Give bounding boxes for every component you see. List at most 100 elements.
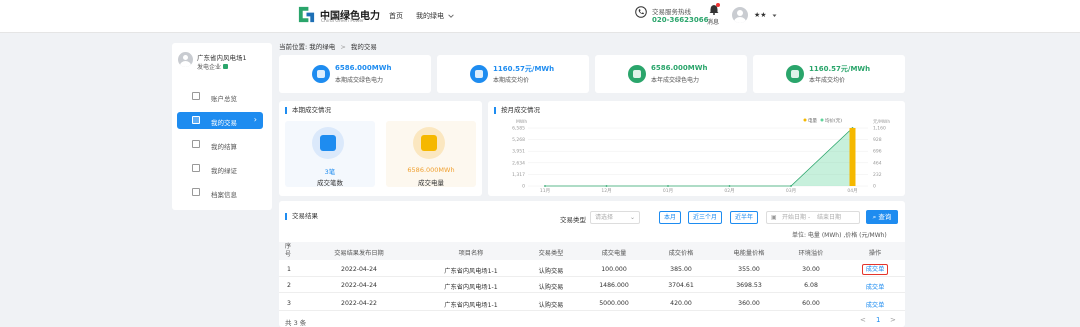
unit-note: 单位: 电量 (MWh) ,价格 (元/MWh) — [792, 232, 887, 239]
money-bag-icon — [786, 65, 804, 83]
cell-premium: 30.00 — [802, 266, 820, 273]
cell-price: 385.00 — [670, 266, 692, 273]
energy-icon — [628, 65, 646, 83]
date-start-input[interactable]: 开始日期 — [782, 212, 806, 223]
sidebar-item-archive-info[interactable]: 档案信息 — [177, 184, 263, 201]
sidebar-item-account-overview[interactable]: 账户总览 — [177, 88, 263, 105]
query-button[interactable]: ⌕ 查询 — [866, 210, 898, 224]
stat-card-period-price: 1160.57元/MWh 本期成交均价 — [437, 55, 589, 93]
hotline-number: 020-36623066 — [652, 16, 709, 24]
table-row: 2 2022-04-24 广东省内风电场1-1 认购交易 1486.000 37… — [279, 278, 905, 293]
table-row: 3 2022-04-22 广东省内风电场1-1 认购交易 5000.000 42… — [279, 296, 905, 311]
cell-type: 认购交易 — [538, 302, 564, 309]
nav-home[interactable]: 首页 — [389, 11, 403, 21]
date-end-input[interactable]: 结束日期 — [817, 212, 841, 223]
cell-no: 1 — [287, 266, 291, 273]
price-bar — [849, 127, 856, 186]
cell-project: 广东省内风电场1-1 — [444, 268, 498, 275]
breadcrumb-my-green[interactable]: 我的绿电 — [309, 43, 335, 51]
cell-energy: 100.000 — [601, 266, 627, 273]
calendar-icon: ▣ — [771, 214, 777, 221]
deal-sheet-link[interactable]: 成交单 — [845, 264, 905, 275]
trade-type-select[interactable]: 请选择 ⌄ — [590, 211, 640, 224]
user-avatar[interactable] — [732, 7, 748, 23]
last-half-year-button[interactable]: 近半年 — [730, 211, 758, 224]
cell-no: 2 — [287, 282, 291, 289]
money-bag-icon — [470, 65, 488, 83]
trade-energy-value: 6586.000MWh — [407, 166, 455, 174]
this-month-button[interactable]: 本月 — [659, 211, 681, 224]
column-header: 环境溢价 — [798, 250, 824, 257]
cell-no: 3 — [287, 300, 291, 307]
column-header: 成交价格 — [668, 250, 694, 257]
search-icon: ⌕ — [872, 213, 877, 221]
stat-label: 本年成交均价 — [809, 77, 846, 84]
cell-energy-price: 3698.53 — [736, 282, 762, 289]
stat-card-year-price: 1160.57元/MWh 本年成交均价 — [753, 55, 905, 93]
account-overview-icon — [192, 92, 200, 100]
sidebar-item-green-certificate[interactable]: 我的绿证 — [177, 160, 263, 177]
chevron-right-icon: › — [253, 115, 257, 124]
energy-area — [545, 127, 853, 186]
logo-subtitle: China Green Power — [321, 19, 364, 24]
breadcrumb-separator: > — [340, 43, 346, 51]
pagination-next[interactable]: > — [890, 316, 896, 324]
column-header: 操作 — [868, 250, 882, 257]
stat-value: 6586.000MWh — [335, 64, 392, 72]
pagination-prev[interactable]: < — [860, 316, 866, 324]
cell-project: 广东省内风电场1-1 — [444, 284, 498, 291]
table-row: 1 2022-04-24 广东省内风电场1-1 认购交易 100.000 385… — [279, 262, 905, 277]
cell-price: 420.00 — [670, 300, 692, 307]
archive-info-icon — [192, 188, 200, 196]
my-settlement-icon — [192, 140, 200, 148]
legend-label: 均价(元) — [825, 117, 842, 124]
pagination-page-1[interactable]: 1 — [876, 316, 880, 324]
checklist-icon — [312, 127, 344, 159]
trade-energy-box: 6586.000MWh 成交电量 — [386, 121, 476, 187]
stat-label: 本期成交绿色电力 — [335, 77, 384, 84]
messages-label[interactable]: 消息 — [707, 17, 719, 26]
top-header: 中国绿色电力 China Green Power 首页 我的绿电 交易服务热线 … — [0, 0, 1080, 33]
column-header: 成交电量 — [601, 250, 627, 257]
breadcrumb-my-trades: 我的交易 — [350, 43, 377, 51]
deal-sheet-link[interactable]: 成交单 — [845, 300, 905, 309]
user-menu[interactable]: ★★ — [754, 11, 777, 19]
y-tick-right: 696 — [873, 149, 882, 155]
nav-my-green-power[interactable]: 我的绿电 — [416, 11, 454, 21]
date-range-picker[interactable]: ▣ 开始日期 - 结束日期 — [766, 211, 860, 224]
sidebar-item-my-settlement[interactable]: 我的结算 — [177, 136, 263, 153]
y-tick-left: 2,634 — [512, 160, 525, 166]
y-tick-left: 3,951 — [512, 149, 525, 155]
table-header: 序号 交易结果发布日期 项目名称 交易类型 成交电量 成交价格 电能量价格 环境… — [279, 242, 905, 260]
panel-title: 交易结果 — [285, 213, 318, 220]
y-tick-right: 232 — [873, 172, 882, 178]
total-count: 共 3 条 — [285, 319, 307, 327]
cell-premium: 60.00 — [802, 300, 820, 307]
deal-sheet-label: 成交单 — [861, 264, 889, 275]
trade-type-label: 交易类型 — [560, 216, 586, 224]
sidebar: 广东省内风电场1 发电企业 账户总览 我的交易 › 我的结算 我的绿证 档案信息 — [172, 43, 272, 210]
x-tick-label: 01月 — [663, 188, 673, 194]
cell-premium: 6.08 — [804, 282, 818, 289]
deal-sheet-link[interactable]: 成交单 — [845, 282, 905, 291]
company-name: 广东省内风电场1 — [197, 54, 247, 62]
y-tick-left: 5,268 — [512, 137, 525, 143]
column-header: 项目名称 — [458, 250, 484, 257]
sidebar-item-label: 我的绿证 — [211, 167, 237, 175]
hotline-label: 交易服务热线 — [652, 8, 691, 16]
y-tick-right: 1,160 — [873, 126, 886, 132]
stat-value: 1160.57元/MWh — [493, 65, 555, 73]
energy-point — [790, 185, 792, 187]
verified-badge-icon — [223, 64, 229, 69]
panel-title: 本期成交情况 — [285, 107, 331, 114]
trade-count-value: 3笔 — [324, 168, 336, 176]
sidebar-item-my-trades[interactable]: 我的交易 › — [177, 112, 263, 129]
last-three-months-button[interactable]: 近三个月 — [688, 211, 722, 224]
column-header: 序号 — [284, 243, 292, 258]
cell-energy-price: 355.00 — [738, 266, 760, 273]
cell-price: 3704.61 — [668, 282, 694, 289]
x-tick-label: 12月 — [601, 188, 611, 194]
sidebar-item-label: 我的结算 — [211, 143, 237, 151]
chevron-down-icon: ⌄ — [629, 214, 635, 221]
column-header: 交易类型 — [538, 250, 564, 257]
